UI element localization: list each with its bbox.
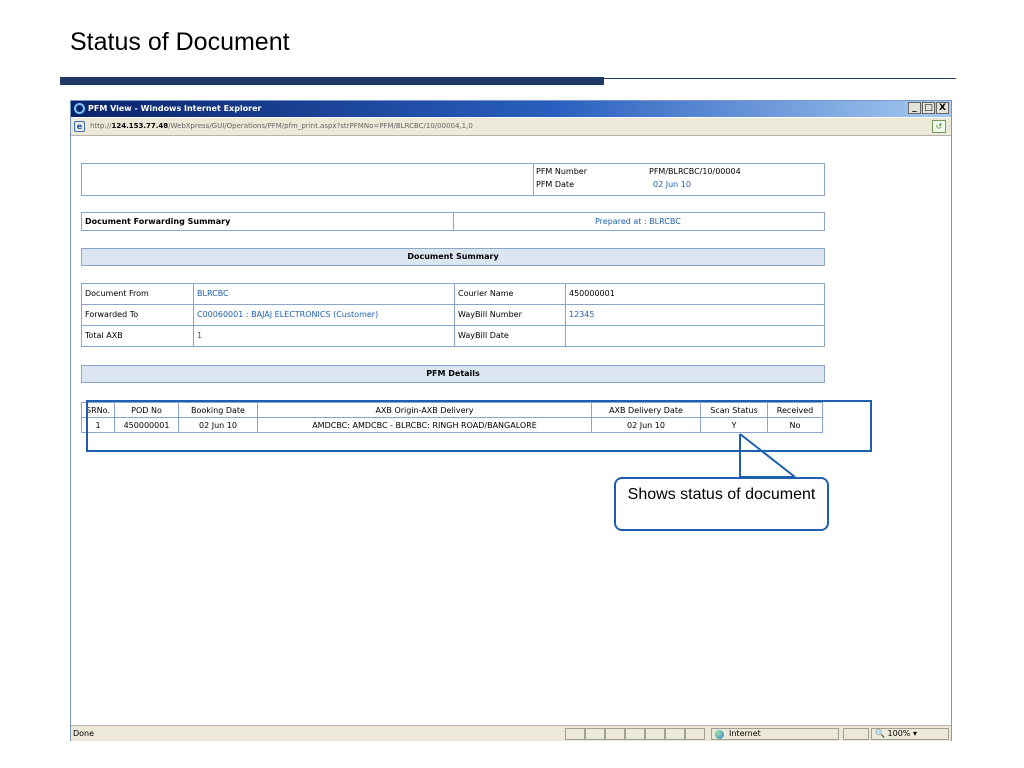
minimize-button[interactable]: _ [908, 102, 921, 114]
summary-value-forwarded-to: C00060001 : BAJAJ ELECTRONICS (Customer) [197, 310, 379, 319]
slide-title: Status of Document [70, 28, 290, 56]
status-text: Done [73, 729, 95, 738]
page-icon: e [74, 121, 85, 132]
summary-value-total-axb: 1 [197, 331, 203, 340]
document-summary-header: Document Summary [81, 248, 825, 266]
summary-value-document-from: BLRCBC [197, 289, 229, 298]
summary-value-courier-name: 450000001 [569, 289, 615, 298]
forwarding-summary-box: Document Forwarding Summary Prepared at … [81, 212, 825, 231]
security-zone[interactable]: Internet [711, 728, 839, 740]
summary-label-waybill-date: WayBill Date [458, 331, 509, 340]
summary-label-document-from: Document From [85, 289, 149, 298]
status-segment [605, 728, 625, 740]
maximize-button[interactable]: □ [922, 102, 935, 114]
pfm-header-box: PFM Number PFM/BLRCBC/10/00004 PFM Date … [81, 163, 825, 196]
status-bar: Done Internet 🔍 100% ▾ [71, 725, 951, 741]
summary-label-forwarded-to: Forwarded To [85, 310, 139, 319]
zone-label: Internet [729, 729, 761, 738]
status-segment [625, 728, 645, 740]
pfm-number-value: PFM/BLRCBC/10/00004 [649, 167, 741, 176]
globe-icon [715, 730, 724, 739]
summary-label-courier-name: Courier Name [458, 289, 514, 298]
zoom-level: 100% [887, 729, 911, 738]
callout-box: Shows status of document [614, 477, 829, 531]
status-segment [645, 728, 665, 740]
status-segment [585, 728, 605, 740]
status-segment [665, 728, 685, 740]
forwarding-title: Document Forwarding Summary [85, 217, 231, 226]
highlight-box [86, 400, 872, 452]
close-button[interactable]: X [936, 102, 949, 114]
pfm-date-label: PFM Date [536, 180, 574, 189]
pfm-date-value: 02 Jun 10 [653, 180, 691, 189]
summary-label-total-axb: Total AXB [85, 331, 123, 340]
zoom-icon: 🔍 [875, 729, 885, 738]
summary-label-waybill-number: WayBill Number [458, 310, 522, 319]
compatibility-icon[interactable]: ↺ [932, 120, 946, 133]
window-title-bar: PFM View - Windows Internet Explorer _ □… [71, 101, 951, 117]
ie-logo-icon [74, 103, 85, 114]
document-summary-table: Document From BLRCBC Courier Name 450000… [81, 283, 825, 347]
protected-mode-icon[interactable] [843, 728, 869, 740]
prepared-at: Prepared at : BLRCBC [595, 217, 681, 226]
address-url[interactable]: http://124.153.77.48/WebXpress/GUI/Opera… [90, 122, 473, 130]
window-title: PFM View - Windows Internet Explorer [88, 104, 262, 113]
status-segment [685, 728, 705, 740]
summary-value-waybill-number: 12345 [569, 310, 595, 319]
pfm-number-label: PFM Number [536, 167, 588, 176]
chevron-down-icon: ▾ [912, 729, 917, 738]
title-rule-thick [60, 77, 604, 85]
pfm-details-header: PFM Details [81, 365, 825, 383]
zoom-control[interactable]: 🔍 100% ▾ [871, 728, 949, 740]
address-bar[interactable]: e http://124.153.77.48/WebXpress/GUI/Ope… [71, 118, 951, 136]
status-segment [565, 728, 585, 740]
